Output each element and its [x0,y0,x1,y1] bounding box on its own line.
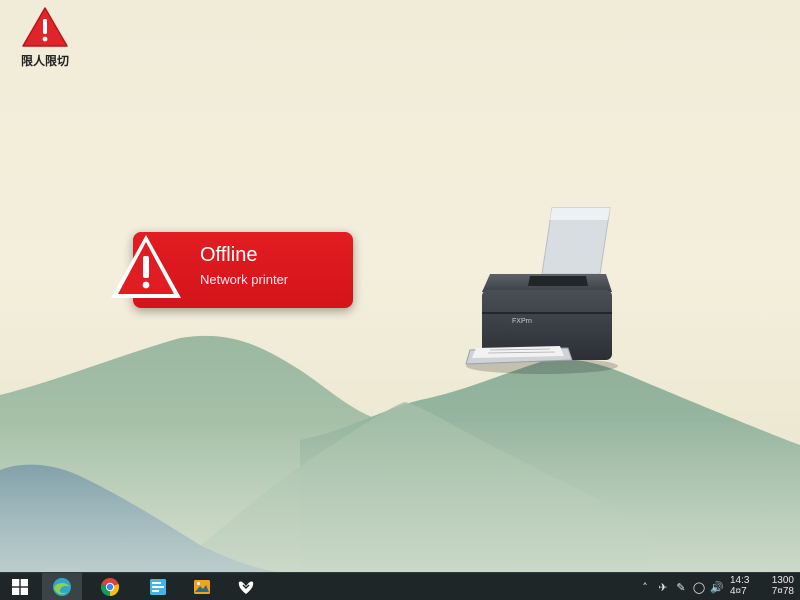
clock-date-extra: 7¤78 [771,586,794,597]
clock-date: 4¤7 [730,586,747,597]
airplane-icon[interactable]: ✈ [654,581,672,594]
desktop-shortcut[interactable]: 限人限切 [8,6,82,72]
chevron-up-icon[interactable]: ˄ [636,581,654,594]
taskbar-clock[interactable]: 14:3 1300 4¤7 7¤78 [730,575,794,599]
clock-time: 14:3 [730,575,750,586]
pen-icon[interactable]: ✎ [672,581,690,594]
desktop-shortcut-label: 限人限切 [20,54,69,68]
printer-brand-label: FXPrn [512,318,532,325]
taskbar-app-xbox[interactable] [226,573,266,600]
file-explorer-icon [150,579,166,595]
taskbar-app-file-explorer[interactable] [138,573,178,600]
taskbar-app-photos[interactable] [182,573,222,600]
taskbar-app-edge[interactable] [42,573,82,600]
volume-icon[interactable]: 🔊 [708,581,726,594]
chrome-icon [100,578,120,596]
desktop: 限人限切 Offline Network printer FXPrn ˄ ✈ ✎… [0,0,800,600]
notification-subtitle: Network printer [200,272,289,287]
taskbar: ˄ ✈ ✎ ◯ 🔊 14:3 1300 4¤7 7¤78 [0,572,800,600]
start-button[interactable] [0,573,40,600]
clock-time-extra: 1300 [771,575,794,586]
alert-triangle-icon [111,235,181,298]
printer-icon[interactable] [460,200,620,376]
network-icon[interactable]: ◯ [690,581,708,594]
xbox-icon [238,581,254,594]
photos-icon [194,580,210,594]
taskbar-app-chrome[interactable] [90,573,130,600]
warning-icon [22,7,68,47]
edge-icon [53,578,71,596]
system-tray: ˄ ✈ ✎ ◯ 🔊 [636,573,726,600]
notification-title: Offline [200,244,258,266]
windows-logo-icon [12,579,28,595]
